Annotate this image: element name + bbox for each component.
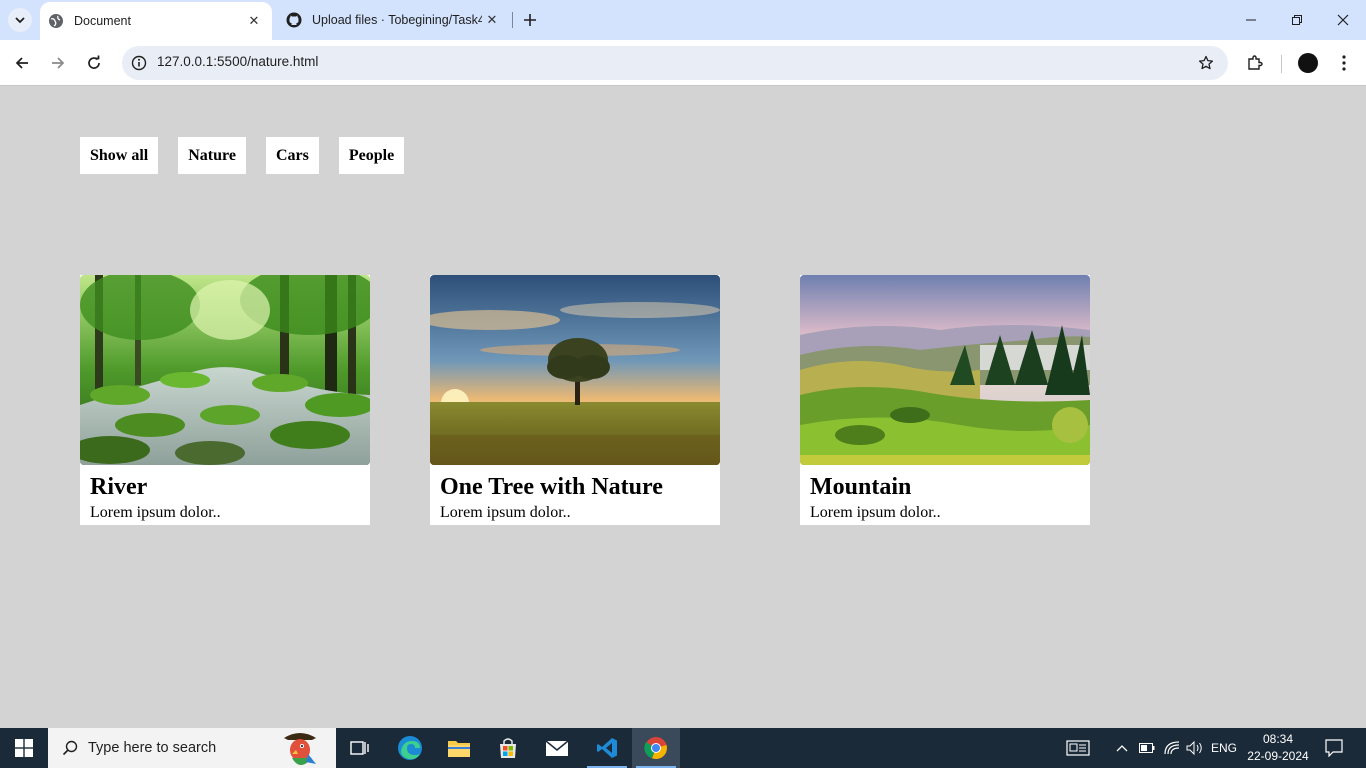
battery-icon bbox=[1139, 743, 1155, 753]
gallery-card[interactable]: River Lorem ipsum dolor.. bbox=[80, 275, 370, 525]
close-icon bbox=[1337, 14, 1349, 26]
tab-title: Document bbox=[74, 14, 131, 28]
system-clock[interactable]: 08:34 22-09-2024 bbox=[1240, 731, 1316, 765]
close-tab-icon[interactable]: ✕ bbox=[244, 11, 264, 31]
puzzle-icon bbox=[1248, 55, 1263, 70]
url-text[interactable]: 127.0.0.1:5500/nature.html bbox=[157, 54, 318, 69]
card-description: Lorem ipsum dolor.. bbox=[90, 504, 221, 521]
clock-time: 08:34 bbox=[1262, 732, 1294, 746]
news-widget-button[interactable] bbox=[1064, 728, 1092, 768]
gallery-card[interactable]: Mountain Lorem ipsum dolor.. bbox=[800, 275, 1090, 525]
task-view-button[interactable] bbox=[336, 728, 384, 768]
store-bag-icon bbox=[500, 738, 516, 758]
edge-icon bbox=[398, 736, 422, 760]
tab-divider bbox=[512, 12, 513, 28]
close-window-button[interactable] bbox=[1320, 0, 1366, 40]
address-bar[interactable]: 127.0.0.1:5500/nature.html bbox=[122, 46, 1228, 80]
taskbar-store[interactable] bbox=[484, 728, 532, 768]
show-hidden-icons-button[interactable] bbox=[1114, 728, 1130, 768]
filter-people-button[interactable]: People bbox=[338, 137, 405, 174]
search-highlight-image bbox=[278, 728, 322, 768]
tab-title: Upload files · Tobegining/Task4 bbox=[312, 13, 482, 27]
bookmark-star-icon[interactable] bbox=[1196, 53, 1216, 73]
new-tab-button[interactable] bbox=[518, 8, 542, 32]
reload-button[interactable] bbox=[80, 49, 108, 77]
folder-icon bbox=[448, 741, 470, 757]
browser-toolbar: 127.0.0.1:5500/nature.html bbox=[0, 40, 1366, 86]
volume-status[interactable] bbox=[1184, 728, 1206, 768]
chrome-icon bbox=[644, 737, 667, 760]
chevron-up-icon bbox=[1116, 745, 1128, 752]
restore-icon bbox=[1292, 15, 1302, 25]
taskbar-chrome[interactable] bbox=[632, 728, 680, 768]
more-vertical-icon bbox=[1342, 55, 1346, 71]
card-title: One Tree with Nature bbox=[440, 474, 663, 500]
reload-icon bbox=[88, 55, 100, 69]
tree-sunset-image bbox=[430, 275, 720, 465]
taskbar-mail[interactable] bbox=[533, 728, 581, 768]
back-button[interactable] bbox=[8, 49, 36, 77]
filter-cars-button[interactable]: Cars bbox=[265, 137, 319, 174]
search-icon bbox=[60, 738, 80, 758]
windows-logo-icon bbox=[15, 739, 33, 757]
card-title: Mountain bbox=[810, 474, 912, 500]
notifications-button[interactable] bbox=[1320, 728, 1348, 768]
plus-icon bbox=[524, 14, 536, 26]
network-status[interactable] bbox=[1162, 728, 1182, 768]
tab-search-button[interactable] bbox=[8, 8, 32, 32]
task-view-icon bbox=[350, 741, 369, 755]
taskbar-vscode[interactable] bbox=[583, 728, 631, 768]
forest-stream-image bbox=[80, 275, 370, 465]
site-info-icon[interactable] bbox=[130, 54, 148, 72]
minimize-button[interactable] bbox=[1228, 0, 1274, 40]
taskbar-search-box[interactable]: Type here to search bbox=[48, 728, 336, 768]
notification-icon bbox=[1325, 739, 1343, 757]
tab-document[interactable]: Document ✕ bbox=[40, 2, 272, 40]
filter-nature-button[interactable]: Nature bbox=[178, 137, 246, 174]
profile-avatar[interactable] bbox=[1298, 53, 1318, 73]
news-icon bbox=[1066, 740, 1090, 756]
battery-status[interactable] bbox=[1138, 728, 1156, 768]
tab-upload-files[interactable]: Upload files · Tobegining/Task4 ✕ bbox=[278, 0, 510, 40]
taskbar-file-explorer[interactable] bbox=[435, 728, 483, 768]
start-button[interactable] bbox=[0, 728, 48, 768]
search-placeholder: Type here to search bbox=[88, 740, 217, 756]
wifi-icon bbox=[1164, 741, 1180, 755]
restore-button[interactable] bbox=[1274, 0, 1320, 40]
card-title: River bbox=[90, 474, 148, 500]
extensions-button[interactable] bbox=[1243, 51, 1267, 75]
green-hills-image bbox=[800, 275, 1090, 465]
language-indicator[interactable]: ENG bbox=[1208, 728, 1240, 768]
clock-date: 22-09-2024 bbox=[1247, 749, 1309, 763]
forward-button[interactable] bbox=[44, 49, 72, 77]
filter-show-all-button[interactable]: Show all bbox=[80, 137, 159, 174]
close-tab-icon[interactable]: ✕ bbox=[482, 10, 502, 30]
filter-bar: Show all Nature Cars People bbox=[80, 137, 405, 174]
card-description: Lorem ipsum dolor.. bbox=[440, 504, 571, 521]
menu-button[interactable] bbox=[1332, 51, 1356, 75]
arrow-left-icon bbox=[15, 57, 28, 69]
mail-icon bbox=[545, 740, 569, 756]
globe-icon bbox=[48, 13, 64, 29]
speaker-icon bbox=[1186, 741, 1202, 755]
arrow-right-icon bbox=[52, 57, 65, 69]
vscode-icon bbox=[597, 738, 617, 758]
gallery-card[interactable]: One Tree with Nature Lorem ipsum dolor.. bbox=[430, 275, 720, 525]
card-description: Lorem ipsum dolor.. bbox=[810, 504, 941, 521]
chevron-down-icon bbox=[15, 17, 25, 24]
github-icon bbox=[286, 12, 302, 28]
taskbar: Type here to search ENG 08:34 22-09-2024 bbox=[0, 728, 1366, 768]
taskbar-edge[interactable] bbox=[386, 728, 434, 768]
minimize-icon bbox=[1246, 19, 1256, 21]
toolbar-divider bbox=[1281, 55, 1282, 73]
browser-tab-bar: Document ✕ Upload files · Tobegining/Tas… bbox=[0, 0, 1366, 40]
